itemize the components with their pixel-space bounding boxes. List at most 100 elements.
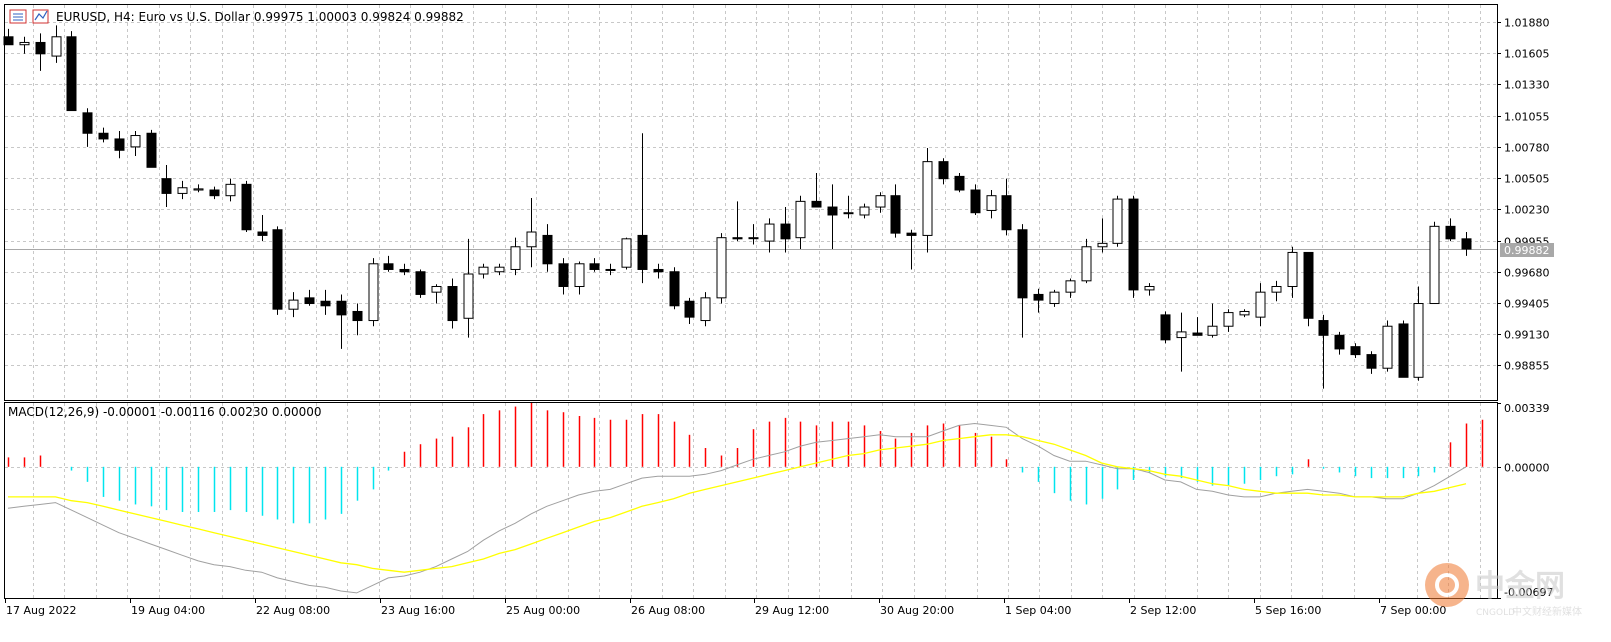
time-axis: 17 Aug 2022 19 Aug 04:00 22 Aug 08:00 23 Au…: [5, 598, 1446, 617]
candle-bear: [1318, 320, 1329, 336]
candle-bear: [811, 200, 822, 208]
candle-bull: [1223, 312, 1234, 327]
price-tick-label: 0.99405: [1504, 298, 1550, 311]
candle-bull: [605, 268, 616, 271]
candle-bull: [463, 273, 474, 319]
candle-bear: [352, 310, 363, 322]
candle-bull: [130, 135, 141, 148]
candle-bear: [415, 271, 426, 295]
candle-bear: [1192, 332, 1203, 336]
candle-bull: [922, 161, 933, 236]
candle-bull: [1207, 325, 1218, 336]
candle-bear: [399, 268, 410, 273]
time-tick-label: 19 Aug 04:00: [131, 604, 205, 617]
candle-bear: [272, 229, 283, 310]
chart-canvas: 1.01880 1.01605 1.01330 1.01055 1.00780 1.005…: [3, 4, 1582, 618]
chart-window-icon[interactable]: [9, 9, 27, 24]
candle-bear: [82, 112, 93, 134]
candle-bull: [574, 263, 585, 287]
candle-bull: [700, 297, 711, 322]
candle-bear: [447, 285, 458, 322]
time-tick-label: 22 Aug 08:00: [256, 604, 330, 617]
price-tick-label: 1.00505: [1504, 173, 1550, 186]
watermark-en: CNGOLD: [1476, 608, 1515, 618]
candle-bull: [1382, 325, 1393, 369]
candle-bear: [1128, 198, 1139, 291]
candle-bear: [1366, 354, 1377, 369]
candle-bear: [98, 132, 109, 140]
candle-bull: [1429, 225, 1440, 305]
candle-bull: [1239, 310, 1250, 316]
candle-bull: [1144, 285, 1155, 291]
candle-bull: [795, 200, 806, 239]
candle-bull: [510, 246, 521, 270]
candle-bear: [1445, 225, 1456, 240]
price-pane-border: [4, 4, 1498, 401]
candle-bear: [1350, 346, 1361, 356]
time-tick-label: 1 Sep 04:00: [1005, 604, 1071, 617]
candle-bull: [1176, 331, 1187, 339]
candle-bull: [177, 187, 188, 194]
time-tick-label: 25 Aug 00:00: [506, 604, 580, 617]
macd-tick-label: 0.00000: [1504, 462, 1550, 475]
candle-bear: [209, 189, 220, 197]
candle-bear: [257, 231, 268, 236]
time-tick-label: 7 Sep 00:00: [1380, 604, 1446, 617]
candle-bull: [1271, 285, 1282, 293]
candle-bear: [1398, 323, 1409, 378]
candle-bull: [621, 238, 632, 268]
symbol-info-line: EURUSD, H4: Euro vs U.S. Dollar 0.99975 …: [56, 10, 464, 24]
time-tick-label: 26 Aug 08:00: [631, 604, 705, 617]
macd-info-line: MACD(12,26,9) -0.00001 -0.00116 0.00230 …: [8, 405, 322, 419]
candle-bull: [716, 237, 727, 299]
candle-bull: [1413, 303, 1424, 378]
candle-bull: [764, 223, 775, 242]
time-tick-label: 30 Aug 20:00: [880, 604, 954, 617]
price-tick-label: 1.01330: [1504, 79, 1550, 92]
macd-tick-label: 0.00339: [1504, 402, 1550, 415]
candle-bear: [558, 263, 569, 287]
macd-histogram: [7, 402, 1484, 524]
indicator-window-icon[interactable]: [32, 9, 49, 24]
candle-bear: [827, 206, 838, 216]
price-tick-label: 1.00780: [1504, 142, 1550, 155]
candle-bear: [3, 36, 14, 46]
candle-bear: [1001, 195, 1012, 231]
candle-bull: [1097, 242, 1108, 248]
candle-bear: [336, 300, 347, 316]
price-tick-label: 0.99680: [1504, 267, 1550, 280]
candle-bear: [383, 263, 394, 270]
candle-bear: [589, 263, 600, 270]
candle-bear: [66, 36, 77, 112]
candle-bull: [1287, 251, 1298, 287]
candle-bear: [1334, 334, 1345, 350]
candle-bull: [875, 195, 886, 208]
candle-bull: [1255, 291, 1266, 318]
candle-bear: [906, 232, 917, 236]
current-price-tag-text: 0.99882: [1504, 244, 1550, 257]
candle-bear: [35, 41, 46, 55]
time-tick-label: 23 Aug 16:00: [381, 604, 455, 617]
candle-bull: [225, 183, 236, 197]
candle-bear: [970, 189, 981, 214]
candle-bull: [19, 41, 30, 46]
time-tick-label: 5 Sep 16:00: [1255, 604, 1321, 617]
cngold-logo-icon: [1425, 563, 1469, 607]
candle-bull: [843, 212, 854, 215]
candle-bear: [780, 223, 791, 240]
price-tick-label: 1.00230: [1504, 204, 1550, 217]
candle-bull: [986, 195, 997, 211]
price-tick-label: 0.98855: [1504, 360, 1550, 373]
watermark-cn: 中金网: [1475, 569, 1565, 604]
candle-bear: [637, 234, 648, 270]
candle-bull: [288, 299, 299, 310]
candle-bear: [938, 161, 949, 180]
price-tick-label: 1.01880: [1504, 17, 1550, 30]
candle-bear: [1033, 293, 1044, 301]
time-tick-label: 17 Aug 2022: [6, 604, 76, 617]
candle-bear: [114, 138, 125, 151]
macd-pane-border: [4, 402, 1498, 599]
candle-bear: [1461, 238, 1472, 250]
candle-bear: [320, 300, 331, 307]
candle-bear: [542, 234, 553, 265]
